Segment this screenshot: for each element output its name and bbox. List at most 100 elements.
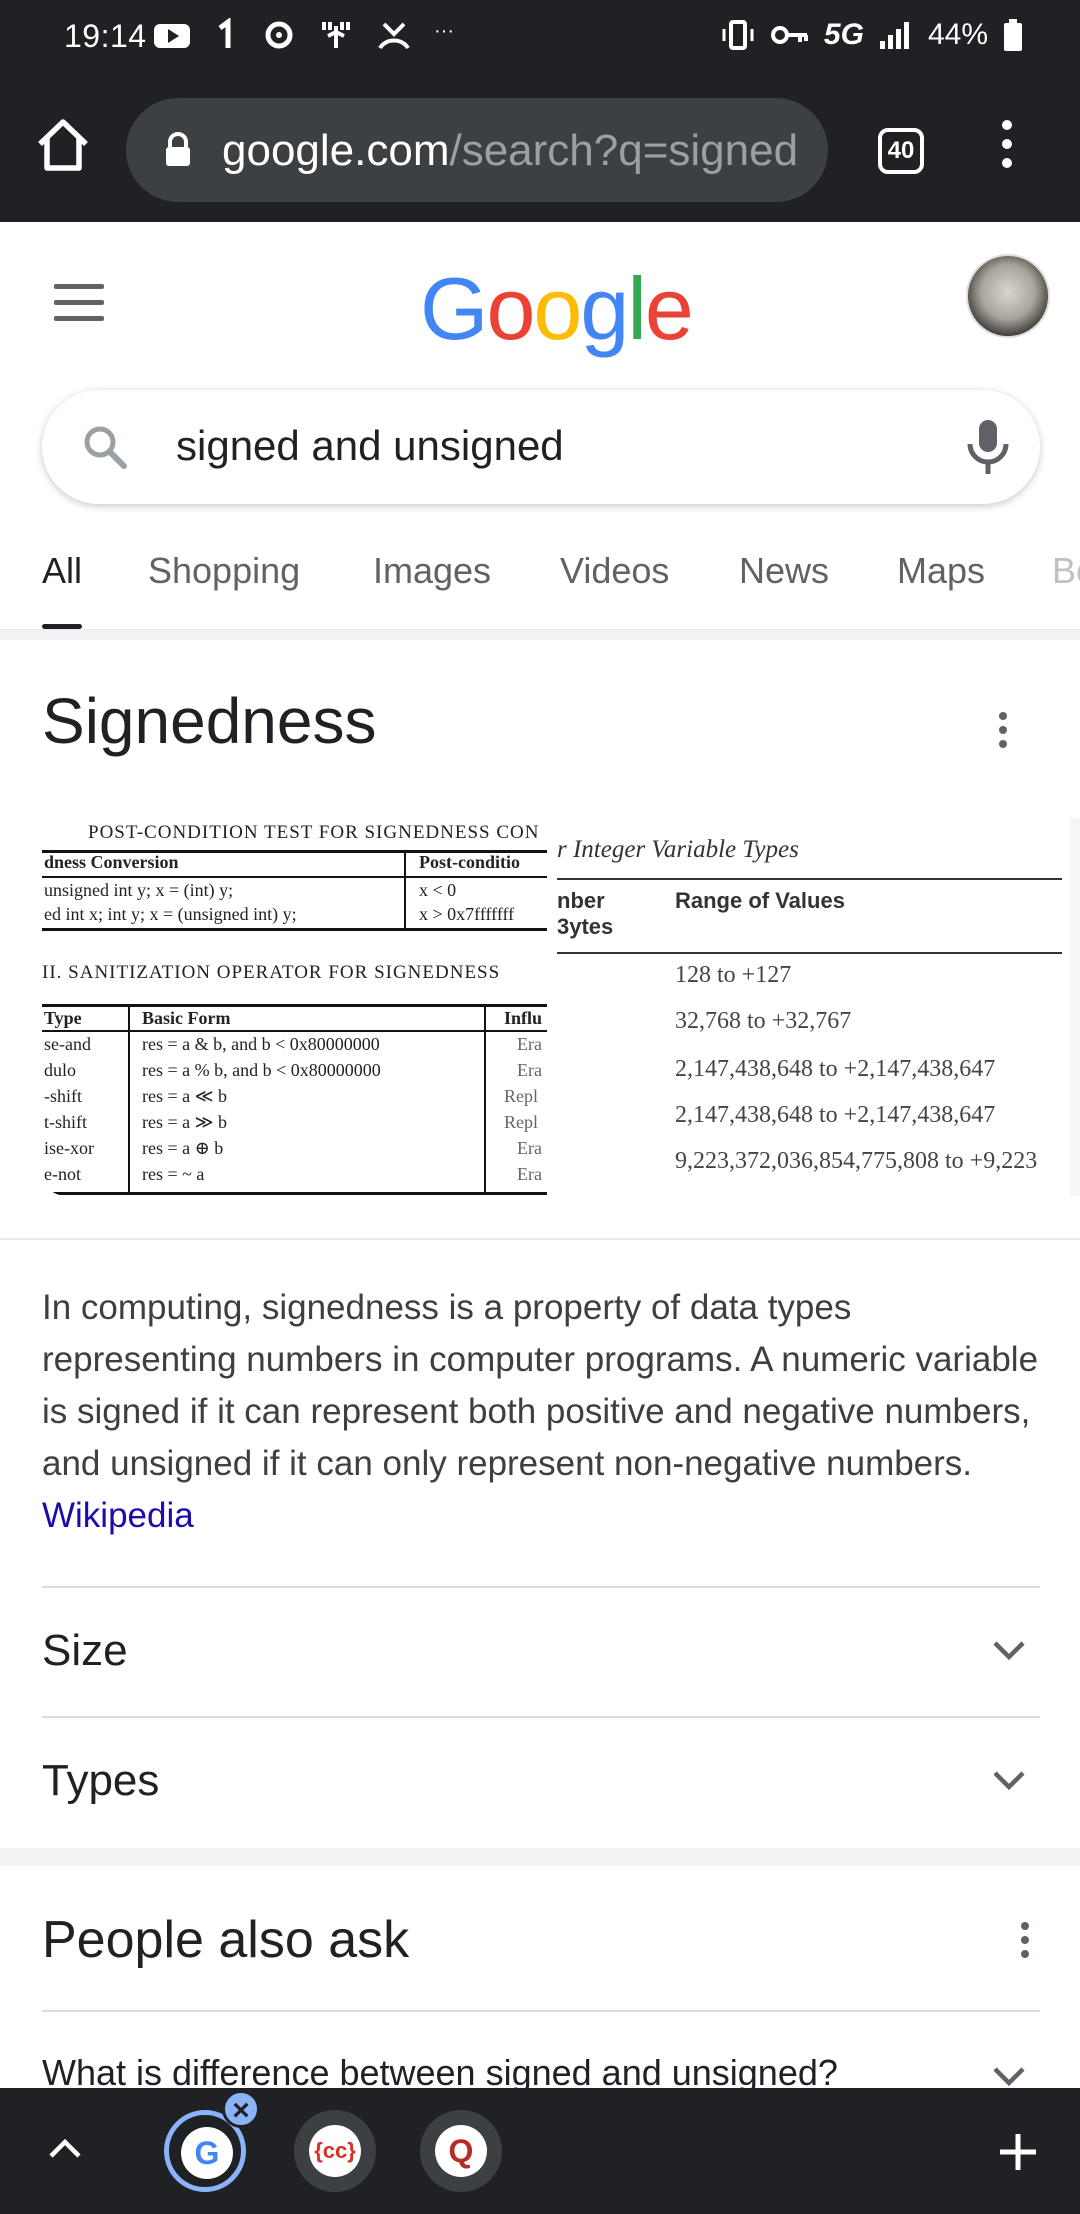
accordion-size[interactable]: Size: [42, 1626, 128, 1676]
image-text: 3ytes: [557, 914, 614, 939]
image-text: x > 0x7fffffff: [419, 904, 515, 924]
search-box[interactable]: signed and unsigned: [42, 390, 1040, 504]
image-text: Influ: [504, 1008, 543, 1028]
active-tab-indicator: [42, 624, 83, 629]
image-text: res = a ≪ b: [142, 1086, 227, 1106]
main-menu-icon[interactable]: [54, 284, 104, 321]
image-text: res = a % b, and b < 0x80000000: [142, 1060, 381, 1080]
tab-label: Videos: [560, 550, 670, 591]
quora-favicon-icon: Q: [435, 2125, 487, 2177]
divider: [42, 1716, 1040, 1718]
tab-news[interactable]: News: [739, 550, 829, 592]
image-text: 2,147,438,648 to +2,147,438,647: [675, 1056, 996, 1082]
tab-2[interactable]: {cc}: [294, 2110, 376, 2192]
image-text: Type: [44, 1008, 82, 1028]
signedness-image-2[interactable]: r Integer Variable Types nber 3ytes Rang…: [557, 818, 1062, 1196]
network-type: 5G: [823, 18, 864, 51]
new-tab-plus-icon[interactable]: [996, 2130, 1040, 2174]
image-text: Post-conditio: [419, 852, 520, 872]
image-text: res = a & b, and b < 0x80000000: [142, 1034, 380, 1054]
search-input[interactable]: signed and unsigned: [176, 422, 564, 470]
battery-icon: [1004, 19, 1022, 51]
accordion-types[interactable]: Types: [42, 1756, 159, 1806]
divider: [42, 2010, 1040, 2012]
more-options-icon[interactable]: [998, 712, 1008, 752]
tab-all[interactable]: All: [42, 550, 83, 629]
image-caption: II. SANITIZATION OPERATOR FOR SIGNEDNESS: [42, 962, 501, 983]
status-bar: 19:14 ··· 5G 44%: [0, 0, 1080, 76]
tab-label: Shopping: [148, 550, 301, 591]
home-icon[interactable]: [34, 116, 92, 174]
image-text: res = a ⊕ b: [142, 1138, 224, 1158]
divider: [42, 1586, 1040, 1588]
battery-percent: 44%: [927, 18, 988, 51]
image-text: Era: [517, 1060, 542, 1080]
image-text: Era: [517, 1164, 542, 1184]
image-text: se-and: [44, 1034, 91, 1054]
tab-label: All: [42, 550, 83, 591]
image-caption: r Integer Variable Types: [557, 836, 799, 863]
logo-letter: o: [486, 259, 535, 358]
signal-icon: [879, 22, 909, 49]
image-text: dness Conversion: [44, 852, 179, 872]
google-logo[interactable]: Google: [420, 258, 694, 360]
address-bar[interactable]: google.com/search?q=signed: [126, 98, 828, 202]
sync-icon: [265, 21, 293, 49]
url-text: google.com/search?q=signed: [222, 126, 798, 176]
image-text: Repl: [504, 1086, 538, 1106]
image-text: res = ~ a: [142, 1164, 205, 1184]
tab-maps[interactable]: Maps: [897, 550, 985, 592]
logo-letter: l: [627, 259, 647, 358]
image-text: -shift: [44, 1086, 82, 1106]
browser-menu-icon[interactable]: [988, 120, 1026, 180]
chevron-down-icon[interactable]: [992, 1640, 1026, 1662]
image-text: x < 0: [419, 880, 457, 900]
more-notifications: ···: [434, 20, 454, 42]
chevron-up-icon[interactable]: [48, 2136, 82, 2160]
search-tabs: All Shopping Images Videos News Maps Bo: [0, 530, 1080, 630]
touch-icon: [322, 22, 350, 48]
more-options-icon[interactable]: [1020, 1922, 1030, 1962]
section-divider: [0, 630, 1080, 640]
tab-videos[interactable]: Videos: [560, 550, 669, 592]
url-domain: google.com: [222, 126, 450, 175]
google-favicon-icon: G: [181, 2127, 233, 2179]
tab-strip: G {cc} Q: [0, 2088, 1080, 2214]
chevron-down-icon[interactable]: [992, 2066, 1026, 2088]
account-avatar[interactable]: [966, 254, 1050, 338]
lock-icon: [166, 132, 190, 166]
image-text: t-shift: [44, 1112, 87, 1132]
image-text: Range of Values: [675, 888, 845, 913]
knowledge-panel-title: Signedness: [42, 685, 377, 757]
tab-books[interactable]: Bo: [1052, 550, 1080, 592]
microphone-icon[interactable]: [960, 416, 1016, 478]
tab-shopping[interactable]: Shopping: [148, 550, 300, 592]
tab-images[interactable]: Images: [373, 550, 491, 592]
image-caption: POST-CONDITION TEST FOR SIGNEDNESS CON: [88, 822, 540, 843]
system-icons: 5G 44%: [720, 18, 1024, 52]
notification-icon: [218, 18, 231, 48]
image-text: ise-xor: [44, 1138, 94, 1158]
image-text: nber: [557, 888, 605, 913]
signedness-image-1[interactable]: POST-CONDITION TEST FOR SIGNEDNESS CON d…: [42, 818, 547, 1196]
search-icon[interactable]: [80, 422, 130, 472]
vpn-key-icon: [770, 26, 808, 44]
section-divider: [0, 1848, 1080, 1866]
image-text: 2,147,438,648 to +2,147,438,647: [675, 1102, 996, 1128]
missed-call-icon: [378, 22, 410, 50]
image-text: Basic Form: [142, 1008, 231, 1028]
close-tab-icon[interactable]: ×: [222, 2090, 260, 2128]
image-text: Repl: [504, 1112, 538, 1132]
wikipedia-link[interactable]: Wikipedia: [42, 1496, 194, 1535]
chevron-down-icon[interactable]: [992, 1770, 1026, 1792]
signedness-image-3[interactable]: [1070, 818, 1080, 1196]
tab-3[interactable]: Q: [420, 2110, 502, 2192]
logo-letter: e: [644, 259, 694, 358]
code-favicon-icon: {cc}: [309, 2125, 361, 2177]
description-text: In computing, signedness is a property o…: [42, 1288, 1039, 1483]
tab-label: Images: [373, 550, 492, 591]
image-text: 32,768 to +32,767: [675, 1008, 852, 1034]
tab-switcher-button[interactable]: 40: [878, 128, 924, 174]
tab-label: Bo: [1052, 550, 1080, 591]
image-text: res = a ≫ b: [142, 1112, 227, 1132]
